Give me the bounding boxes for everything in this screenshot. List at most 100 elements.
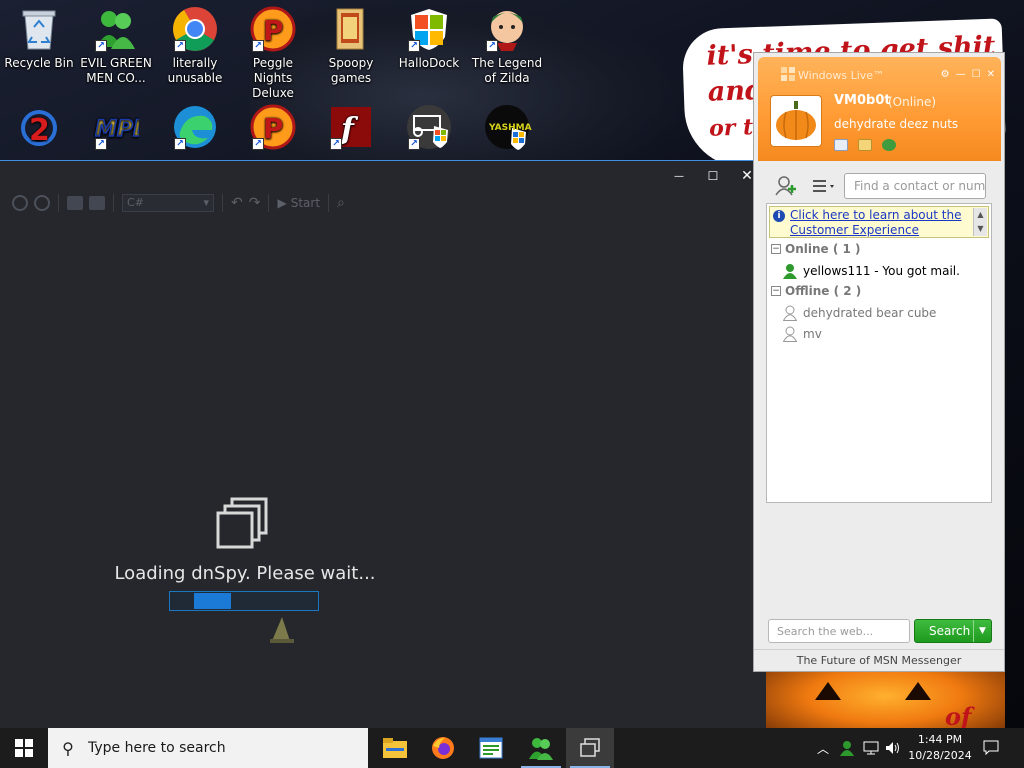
contact-item[interactable]: dehydrated bear cube: [783, 305, 936, 321]
minimize-button[interactable]: —: [662, 161, 696, 191]
show-hidden-icons-button[interactable]: ︿: [812, 728, 834, 768]
start-button[interactable]: [0, 728, 48, 768]
banner-scrollbar[interactable]: ▲ ▼: [973, 208, 987, 236]
desktop-icon-mpl[interactable]: MPL ↗: [78, 104, 154, 154]
language-select[interactable]: C#: [122, 194, 214, 212]
taskbar-clock[interactable]: 1:44 PM 10/28/2024: [902, 732, 978, 764]
back-icon[interactable]: [12, 195, 28, 211]
info-icon: i: [773, 210, 785, 222]
loading-message: Loading dnSpy. Please wait...: [114, 563, 376, 584]
add-contact-icon[interactable]: [774, 175, 798, 197]
msn-contact-toolbar: Find a contact or number...: [768, 171, 994, 201]
peggle-icon: P ↗: [250, 104, 296, 150]
personal-message[interactable]: dehydrate deez nuts: [834, 117, 958, 131]
taskbar-task-view[interactable]: [566, 728, 614, 768]
msn-globe-icon[interactable]: [882, 139, 896, 151]
collapse-icon[interactable]: −: [771, 286, 781, 296]
msn-footer-text: The Future of MSN Messenger: [754, 649, 1004, 669]
desktop-icon-edge[interactable]: ↗: [157, 104, 233, 154]
chrome-icon: ↗: [172, 6, 218, 52]
customer-experience-banner: i Click here to learn about the Customer…: [769, 206, 989, 238]
desktop-icon-spoopy-games[interactable]: Spoopy games: [313, 6, 389, 86]
desktop-icon-literally-unusable[interactable]: ↗ literally unusable: [157, 6, 233, 86]
list-options-icon[interactable]: [810, 175, 838, 197]
desktop-icon-legend-of-zilda[interactable]: ↗ The Legend of Zilda: [469, 6, 545, 86]
start-debug-button[interactable]: ▶ Start: [277, 196, 320, 210]
shortcut-arrow-icon: ↗: [330, 138, 342, 150]
notification-center-button[interactable]: [980, 728, 1002, 768]
save-icon[interactable]: [89, 196, 105, 210]
msn-minimize-icon[interactable]: —: [956, 69, 966, 80]
tray-network[interactable]: [860, 728, 882, 768]
taskbar-notepad[interactable]: [467, 728, 515, 768]
collapse-icon[interactable]: −: [771, 244, 781, 254]
desktop-icon-game-2[interactable]: 2: [1, 104, 77, 154]
online-status[interactable]: (Online): [888, 95, 936, 109]
msn-maximize-icon[interactable]: ☐: [972, 69, 981, 80]
email-icon[interactable]: [834, 139, 848, 151]
search-dropdown-icon[interactable]: ▼: [973, 620, 991, 642]
redo-icon[interactable]: ↷: [249, 195, 261, 211]
desktop-icon-yashma[interactable]: YASHMA: [469, 104, 545, 154]
desktop-icon-recycle-bin[interactable]: Recycle Bin: [1, 6, 77, 71]
undo-icon[interactable]: ↶: [231, 195, 243, 211]
search-icon: ⚲: [62, 738, 74, 758]
group-online[interactable]: − Online ( 1 ): [771, 242, 861, 256]
group-offline[interactable]: − Offline ( 2 ): [771, 284, 861, 298]
open-file-icon[interactable]: [67, 196, 83, 210]
tray-msn-status[interactable]: [836, 728, 858, 768]
msn-profile-header: Windows Live™ ⚙ — ☐ ✕ VM0b0t (Online) de…: [758, 57, 1001, 161]
pumpkin-eye-right: [905, 682, 931, 700]
contact-item[interactable]: yellows111 - You got mail.: [783, 263, 960, 279]
desktop-icon-label: The Legend of Zilda: [471, 56, 543, 85]
desktop-icon-peggle[interactable]: P ↗: [235, 104, 311, 154]
folder-icon[interactable]: [858, 139, 872, 151]
firefox-icon: [432, 737, 454, 759]
desktop-icon-peggle-nights[interactable]: P ↗ Peggle Nights Deluxe: [235, 6, 311, 101]
contact-item[interactable]: mv: [783, 326, 822, 342]
msn-close-icon[interactable]: ✕: [987, 69, 995, 80]
tray-volume[interactable]: [882, 728, 904, 768]
notepad-icon: [479, 737, 503, 759]
search-button-label: Search: [929, 624, 971, 638]
dnspy-window[interactable]: — ☐ ✕ C# ↶ ↷ ▶ Start ⌕ Loading dnSpy. Pl…: [0, 160, 766, 728]
shortcut-arrow-icon: ↗: [408, 138, 420, 150]
volume-icon: [886, 742, 899, 754]
customer-experience-link[interactable]: Click here to learn about the Customer E…: [790, 208, 970, 238]
web-search-button[interactable]: Search ▼: [914, 619, 992, 643]
contact-name: dehydrated bear cube: [803, 306, 937, 320]
windows-logo-icon: [15, 739, 33, 757]
flash-icon: f ↗: [328, 104, 374, 150]
forward-icon[interactable]: [34, 195, 50, 211]
edge-icon: ↗: [172, 104, 218, 150]
contact-list: i Click here to learn about the Customer…: [766, 203, 992, 503]
msn-messenger-window[interactable]: Windows Live™ ⚙ — ☐ ✕ VM0b0t (Online) de…: [753, 52, 1005, 672]
shortcut-arrow-icon: ↗: [174, 138, 186, 150]
folder-icon: [328, 6, 374, 52]
dnspy-title-bar[interactable]: — ☐ ✕: [0, 161, 766, 191]
desktop-icon-cart-shield[interactable]: ↗: [391, 104, 467, 154]
loading-progress-bar: [169, 591, 319, 611]
msn-settings-icon[interactable]: ⚙: [941, 69, 950, 80]
display-name[interactable]: VM0b0t: [834, 93, 891, 108]
find-contact-input[interactable]: Find a contact or number...: [844, 173, 986, 199]
maximize-icon: ☐: [707, 169, 719, 183]
taskbar-msn-messenger[interactable]: [517, 728, 565, 768]
desktop-icon-evil-green-men[interactable]: ↗ EVIL GREEN MEN CO...: [78, 6, 154, 86]
avatar[interactable]: [770, 95, 822, 147]
desktop-icon-flash[interactable]: f ↗: [313, 104, 389, 154]
desktop-icon-hallodock[interactable]: ↗ HalloDock: [391, 6, 467, 71]
taskbar-firefox[interactable]: [419, 728, 467, 768]
web-search-input[interactable]: Search the web...: [768, 619, 910, 643]
play-icon: ▶: [277, 196, 287, 210]
maximize-button[interactable]: ☐: [696, 161, 730, 191]
offline-buddy-icon: [783, 326, 797, 342]
shortcut-arrow-icon: ↗: [95, 138, 107, 150]
taskbar-file-explorer[interactable]: [371, 728, 419, 768]
search-icon[interactable]: ⌕: [337, 195, 345, 211]
taskbar-search-placeholder: Type here to search: [88, 740, 226, 756]
taskbar-search-box[interactable]: ⚲ Type here to search: [48, 728, 368, 768]
task-view-icon: [580, 738, 600, 757]
offline-buddy-icon: [783, 305, 797, 321]
wallpaper-pumpkin: of: [765, 668, 1005, 728]
